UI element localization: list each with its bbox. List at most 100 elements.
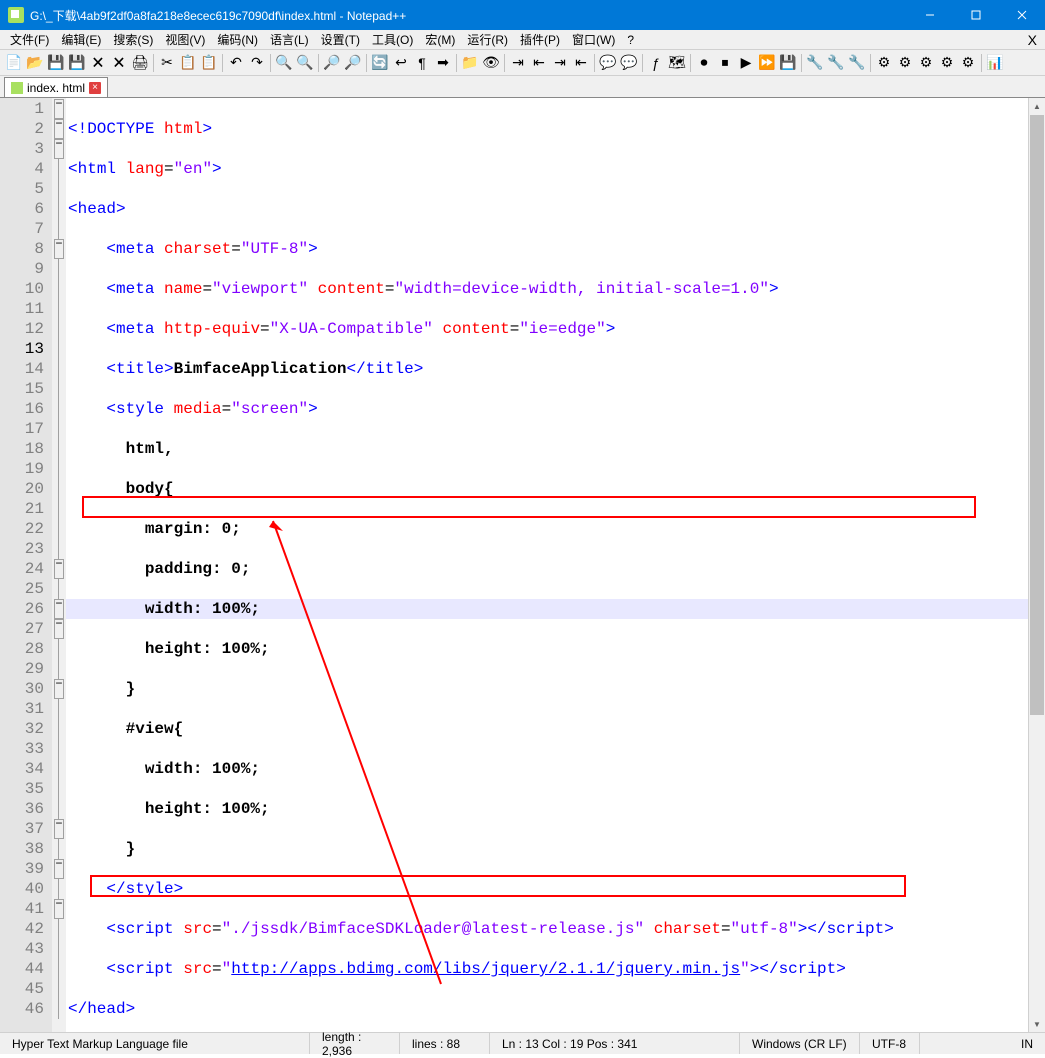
menu-search[interactable]: 搜索(S) xyxy=(107,29,159,50)
toolbar-sep xyxy=(981,54,982,72)
close-button[interactable] xyxy=(999,0,1045,30)
toolbar-sep xyxy=(153,54,154,72)
save-icon[interactable]: 💾 xyxy=(46,53,66,73)
uncomment-icon[interactable]: 💬 xyxy=(619,53,639,73)
monitor-icon[interactable]: 👁 xyxy=(481,53,501,73)
plugin7-icon[interactable]: ⚙ xyxy=(937,53,957,73)
toolbar-sep xyxy=(801,54,802,72)
indentr-icon[interactable]: ⇥ xyxy=(550,53,570,73)
scroll-up-icon[interactable]: ▲ xyxy=(1029,98,1045,114)
menu-close-icon[interactable]: X xyxy=(1028,32,1037,48)
paste-icon[interactable]: 📋 xyxy=(199,53,219,73)
comment-icon[interactable]: 💬 xyxy=(598,53,618,73)
annotation-box-1 xyxy=(82,496,976,518)
outdent-icon[interactable]: ⇤ xyxy=(529,53,549,73)
wrap-icon[interactable]: ↩ xyxy=(391,53,411,73)
menubar: 文件(F) 编辑(E) 搜索(S) 视图(V) 编码(N) 语言(L) 设置(T… xyxy=(0,30,1045,50)
stop-icon[interactable]: ⏹ xyxy=(715,53,735,73)
plugin2-icon[interactable]: 🔧 xyxy=(826,53,846,73)
plugin9-icon[interactable]: 📊 xyxy=(985,53,1005,73)
toolbar-sep xyxy=(870,54,871,72)
folder-icon[interactable]: 📁 xyxy=(460,53,480,73)
fold-margin[interactable]: −−−−−−−−−−− xyxy=(52,98,66,1032)
toolbar-sep xyxy=(222,54,223,72)
find-icon[interactable]: 🔍 xyxy=(274,53,294,73)
menu-view[interactable]: 视图(V) xyxy=(159,29,211,50)
zoomout-icon[interactable]: 🔎 xyxy=(343,53,363,73)
maximize-button[interactable] xyxy=(953,0,999,30)
outdentr-icon[interactable]: ⇤ xyxy=(571,53,591,73)
menu-run[interactable]: 运行(R) xyxy=(461,29,514,50)
statusbar: Hyper Text Markup Language file length :… xyxy=(0,1032,1045,1054)
menu-macro[interactable]: 宏(M) xyxy=(419,29,461,50)
print-icon[interactable]: 🖨 xyxy=(130,53,150,73)
play-icon[interactable]: ▶ xyxy=(736,53,756,73)
zoomin-icon[interactable]: 🔎 xyxy=(322,53,342,73)
menu-window[interactable]: 窗口(W) xyxy=(566,29,621,50)
saveall-icon[interactable]: 💾 xyxy=(67,53,87,73)
toolbar-sep xyxy=(270,54,271,72)
plugin3-icon[interactable]: 🔧 xyxy=(847,53,867,73)
toolbar-sep xyxy=(594,54,595,72)
toolbar-sep xyxy=(318,54,319,72)
scroll-down-icon[interactable]: ▼ xyxy=(1029,1016,1045,1032)
undo-icon[interactable]: ↶ xyxy=(226,53,246,73)
status-length: length : 2,936 xyxy=(310,1033,400,1054)
titlebar: G:\_下载\4ab9f2df0a8fa218e8ecec619c7090df\… xyxy=(0,0,1045,30)
playm-icon[interactable]: ⏩ xyxy=(757,53,777,73)
toolbar-sep xyxy=(642,54,643,72)
copy-icon[interactable]: 📋 xyxy=(178,53,198,73)
status-insert: IN xyxy=(920,1033,1045,1054)
sync-icon[interactable]: 🔄 xyxy=(370,53,390,73)
line-numbers: 1234567891011121314151617181920212223242… xyxy=(0,98,52,1032)
savem-icon[interactable]: 💾 xyxy=(778,53,798,73)
menu-plugins[interactable]: 插件(P) xyxy=(514,29,566,50)
status-language: Hyper Text Markup Language file xyxy=(0,1033,310,1054)
menu-edit[interactable]: 编辑(E) xyxy=(55,29,107,50)
close-icon[interactable]: 🗙 xyxy=(88,53,108,73)
annotation-arrow xyxy=(261,509,446,989)
open-icon[interactable]: 📂 xyxy=(25,53,45,73)
menu-settings[interactable]: 设置(T) xyxy=(315,29,366,50)
closeall-icon[interactable]: 🗙 xyxy=(109,53,129,73)
window-controls xyxy=(907,0,1045,30)
plugin4-icon[interactable]: ⚙ xyxy=(874,53,894,73)
toolbar-sep xyxy=(504,54,505,72)
cut-icon[interactable]: ✂ xyxy=(157,53,177,73)
rec-icon[interactable]: ⏺ xyxy=(694,53,714,73)
status-eol: Windows (CR LF) xyxy=(740,1033,860,1054)
toolbar-sep xyxy=(690,54,691,72)
plugin5-icon[interactable]: ⚙ xyxy=(895,53,915,73)
allchars-icon[interactable]: ¶ xyxy=(412,53,432,73)
vertical-scrollbar[interactable]: ▲ ▼ xyxy=(1028,98,1045,1032)
code-area[interactable]: <!DOCTYPE html> <html lang="en"> <head> … xyxy=(66,98,1045,1032)
replace-icon[interactable]: 🔍 xyxy=(295,53,315,73)
plugin8-icon[interactable]: ⚙ xyxy=(958,53,978,73)
map-icon[interactable]: 🗺 xyxy=(667,53,687,73)
minimize-button[interactable] xyxy=(907,0,953,30)
menu-tools[interactable]: 工具(O) xyxy=(366,29,419,50)
toolbar: 📄 📂 💾 💾 🗙 🗙 🖨 ✂ 📋 📋 ↶ ↷ 🔍 🔍 🔎 🔎 🔄 ↩ ¶ ➡ … xyxy=(0,50,1045,76)
menu-language[interactable]: 语言(L) xyxy=(264,29,315,50)
func-icon[interactable]: ƒ xyxy=(646,53,666,73)
window-title: G:\_下载\4ab9f2df0a8fa218e8ecec619c7090df\… xyxy=(30,7,907,24)
indent-icon[interactable]: ➡ xyxy=(433,53,453,73)
plugin6-icon[interactable]: ⚙ xyxy=(916,53,936,73)
menu-encoding[interactable]: 编码(N) xyxy=(211,29,264,50)
indentguide-icon[interactable]: ⇥ xyxy=(508,53,528,73)
plugin1-icon[interactable]: 🔧 xyxy=(805,53,825,73)
status-position: Ln : 13 Col : 19 Pos : 341 xyxy=(490,1033,740,1054)
toolbar-sep xyxy=(456,54,457,72)
tab-close-icon[interactable]: × xyxy=(89,82,101,94)
file-tab[interactable]: index. html × xyxy=(4,77,108,97)
tabbar: index. html × xyxy=(0,76,1045,98)
scroll-thumb[interactable] xyxy=(1030,115,1044,715)
redo-icon[interactable]: ↷ xyxy=(247,53,267,73)
app-icon xyxy=(8,7,24,23)
menu-help[interactable]: ? xyxy=(621,31,640,49)
file-icon xyxy=(11,82,23,94)
menu-file[interactable]: 文件(F) xyxy=(4,29,55,50)
editor: 1234567891011121314151617181920212223242… xyxy=(0,98,1045,1032)
toolbar-sep xyxy=(366,54,367,72)
new-icon[interactable]: 📄 xyxy=(4,53,24,73)
